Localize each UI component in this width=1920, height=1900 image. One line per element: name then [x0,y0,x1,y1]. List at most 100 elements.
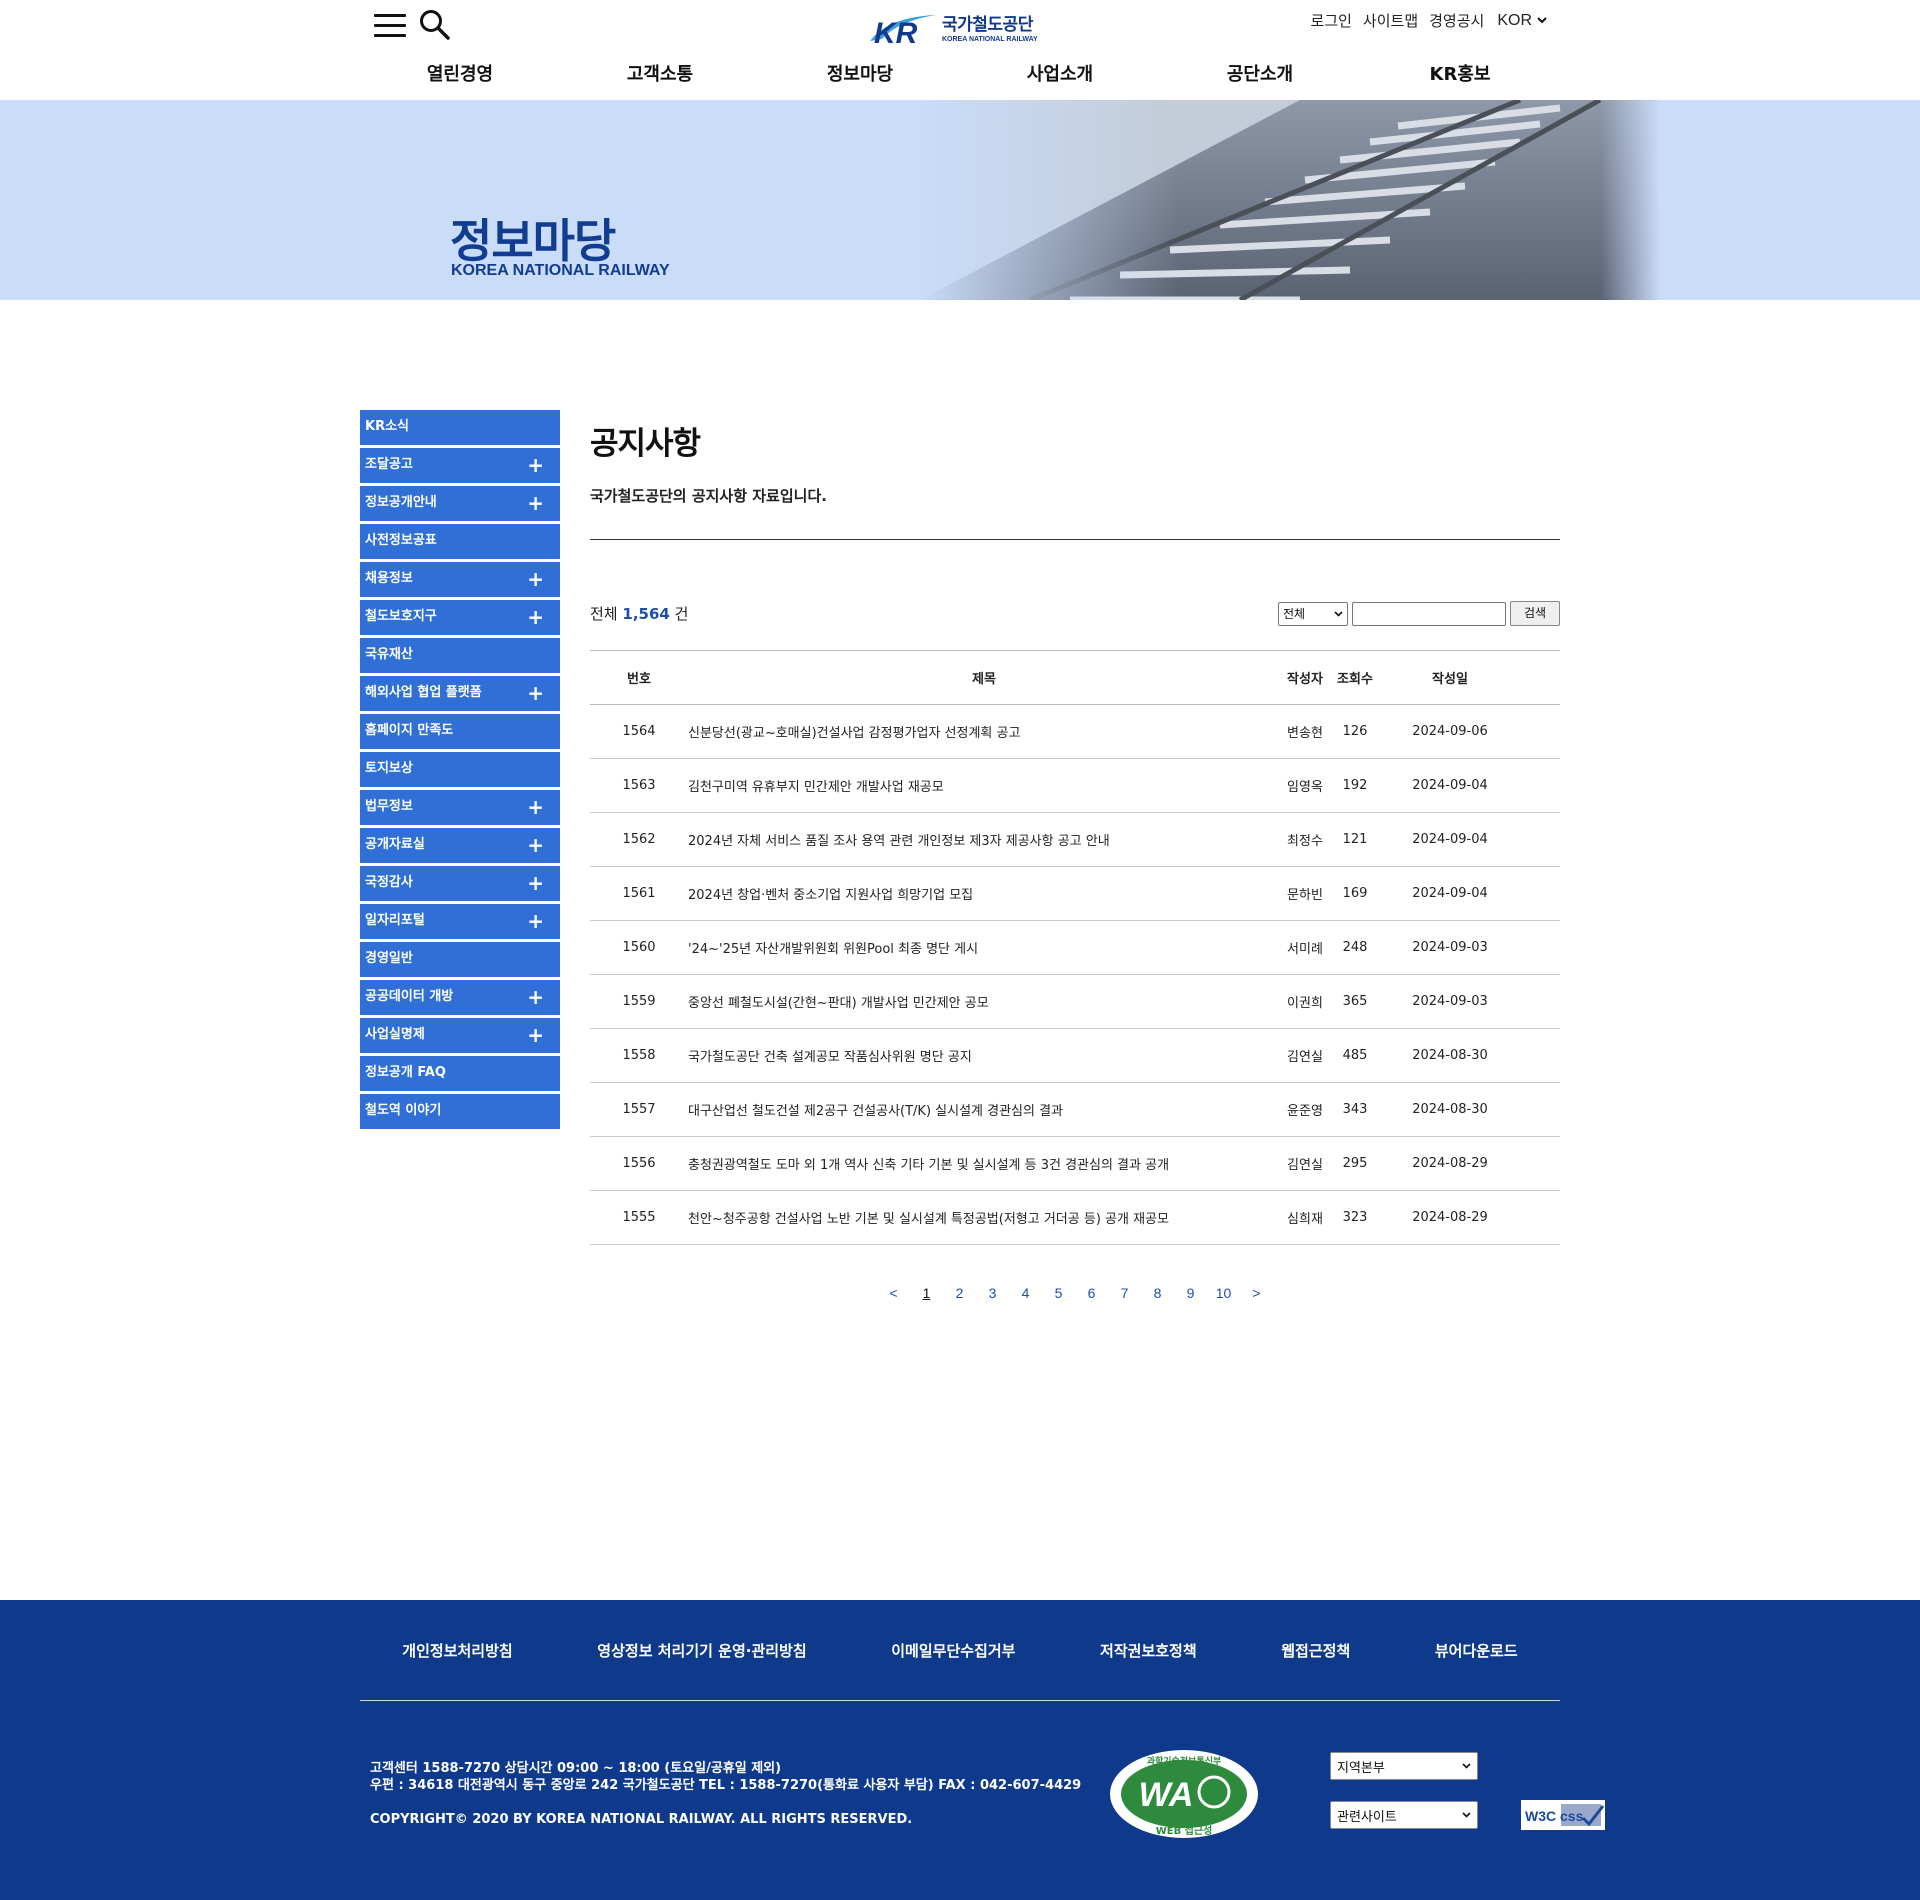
viewer-download-link[interactable]: 뷰어다운로드 [1435,1640,1518,1661]
sidebar-item[interactable]: 국정감사 + [360,866,560,901]
plus-icon[interactable]: + [527,600,544,635]
sidebar-item[interactable]: 사업실명제 + [360,1018,560,1053]
sidebar-item[interactable]: 조달공고 + [360,448,560,483]
nav-about[interactable]: 공단소개 [1160,58,1360,92]
related-sites-label: 관련사이트 [1337,1809,1397,1825]
contact-line-2: 우편 : 34618 대전광역시 동구 중앙로 242 국가철도공단 TEL :… [370,1778,1082,1793]
next-page-button[interactable]: > [1248,1285,1265,1301]
nav-business[interactable]: 사업소개 [960,58,1160,92]
sidebar-item[interactable]: 경영일반 [360,942,560,977]
plus-icon[interactable]: + [527,676,544,711]
sidebar-item[interactable]: 홈페이지 만족도 [360,714,560,749]
table-row: 1559 중앙선 폐철도시설(간현~판대) 개발사업 민간제안 공모 이권희 365 2… [590,975,1560,1029]
cctv-policy-link[interactable]: 영상정보 처리기기 운영·관리방침 [597,1640,806,1661]
sidebar-item[interactable]: 해외사업 협업 플랫폼 + [360,676,560,711]
related-sites-select[interactable]: 관련사이트 [1330,1801,1478,1829]
email-refusal-link[interactable]: 이메일무단수집거부 [891,1640,1015,1661]
plus-icon[interactable]: + [527,790,544,825]
sidebar-item[interactable]: 철도역 이야기 [360,1094,560,1129]
nav-open-management[interactable]: 열린경영 [360,58,560,92]
row-number: 1560 [622,940,656,955]
regional-office-select[interactable]: 지역본부 [1330,1752,1478,1780]
sidebar-item[interactable]: 토지보상 [360,752,560,787]
privacy-policy-link[interactable]: 개인정보처리방침 [402,1640,512,1661]
page-link[interactable]: 4 [1017,1285,1034,1301]
plus-icon[interactable]: + [527,980,544,1015]
nav-customer[interactable]: 고객소통 [560,58,760,92]
page-link[interactable]: 8 [1149,1285,1166,1301]
language-selector[interactable]: KOR [1497,12,1547,30]
row-title-link[interactable]: '24~'25년 자산개발위원회 위원Pool 최종 명단 게시 [688,938,1280,957]
footer-divider [360,1700,1560,1701]
sidebar-item[interactable]: 정보공개 FAQ [360,1056,560,1091]
page-link[interactable]: 3 [984,1285,1001,1301]
row-title-link[interactable]: 김천구미역 유휴부지 민간제안 개발사업 재공모 [688,776,1280,795]
plus-icon[interactable]: + [527,1018,544,1053]
row-title-link[interactable]: 대구산업선 철도건설 제2공구 건설공사(T/K) 실시설계 경관심의 결과 [688,1100,1280,1119]
table-row: 1556 충청권광역철도 도마 외 1개 역사 신축 기타 기본 및 실시설계 등… [590,1137,1560,1191]
row-date: 2024-09-04 [1412,832,1488,847]
plus-icon[interactable]: + [527,904,544,939]
copyright: COPYRIGHT© 2020 BY KOREA NATIONAL RAILWA… [370,1812,913,1827]
svg-text:과학기술정보통신부: 과학기술정보통신부 [1147,1755,1222,1767]
page-link[interactable]: 1 [918,1285,935,1301]
railway-track-image [920,100,1660,300]
sidebar-item[interactable]: 법무정보 + [360,790,560,825]
row-title-link[interactable]: 신분당선(광교~호매실)건설사업 감정평가업자 선정계획 공고 [688,722,1280,741]
nav-pr[interactable]: KR홍보 [1360,58,1560,92]
page-link[interactable]: 10 [1215,1285,1232,1301]
plus-icon[interactable]: + [527,486,544,521]
sidebar-item[interactable]: 정보공개안내 + [360,486,560,521]
row-title-link[interactable]: 2024년 창업·벤처 중소기업 지원사업 희망기업 모집 [688,884,1280,903]
accessibility-policy-link[interactable]: 웹접근정책 [1281,1640,1350,1661]
row-title-link[interactable]: 천안~청주공항 건설사업 노반 기본 및 실시설계 특정공법(저형고 거더공 등… [688,1208,1280,1227]
sidebar-item[interactable]: 일자리포털 + [360,904,560,939]
search-button[interactable]: 검색 [1510,601,1560,626]
page-title: 공지사항 [590,426,701,462]
sidebar-item[interactable]: KR소식 [360,410,560,445]
copyright-policy-link[interactable]: 저작권보호정책 [1100,1640,1197,1661]
row-title-link[interactable]: 2024년 자체 서비스 품질 조사 용역 관련 개인정보 제3자 제공사항 공… [688,830,1280,849]
svg-text:WEB 접근성: WEB 접근성 [1156,1824,1213,1837]
sidebar-item-label: 정보공개 FAQ [365,1065,446,1080]
plus-icon[interactable]: + [527,866,544,901]
search-field-select[interactable]: 전체 [1278,601,1348,626]
page-link[interactable]: 5 [1050,1285,1067,1301]
row-title-link[interactable]: 중앙선 폐철도시설(간현~판대) 개발사업 민간제안 공모 [688,992,1280,1011]
sidebar-item[interactable]: 채용정보 + [360,562,560,597]
hamburger-menu-icon[interactable] [374,14,406,38]
utility-links: 로그인 사이트맵 경영공시 KOR [1300,10,1547,31]
page-link[interactable]: 6 [1083,1285,1100,1301]
site-logo[interactable]: KR 국가철도공단 KOREA NATIONAL RAILWAY [868,8,1054,50]
row-date: 2024-08-29 [1412,1210,1488,1225]
nav-information[interactable]: 정보마당 [760,58,960,92]
row-title-link[interactable]: 충청권광역철도 도마 외 1개 역사 신축 기타 기본 및 실시설계 등 3건 … [688,1154,1280,1173]
login-link[interactable]: 로그인 [1311,10,1352,31]
sidebar-item[interactable]: 국유재산 [360,638,560,673]
sidebar-item[interactable]: 사전정보공표 [360,524,560,559]
sidebar-item[interactable]: 철도보호지구 + [360,600,560,635]
row-number: 1563 [622,778,656,793]
sidebar-item-label: 공개자료실 [365,837,425,852]
row-writer: 임영옥 [1287,780,1323,795]
plus-icon[interactable]: + [527,828,544,863]
page-link[interactable]: 2 [951,1285,968,1301]
row-title-link[interactable]: 국가철도공단 건축 설계공모 작품심사위원 명단 공지 [688,1046,1280,1065]
page-link[interactable]: 9 [1182,1285,1199,1301]
logo-text: 국가철도공단 [942,14,1033,35]
prev-page-button[interactable]: < [885,1285,902,1301]
plus-icon[interactable]: + [527,448,544,483]
plus-icon[interactable]: + [527,562,544,597]
search-icon[interactable] [418,8,452,42]
sidebar-item-label: 사전정보공표 [365,533,437,548]
page-link[interactable]: 7 [1116,1285,1133,1301]
sitemap-link[interactable]: 사이트맵 [1363,10,1418,31]
sidebar-item[interactable]: 공개자료실 + [360,828,560,863]
row-date: 2024-09-04 [1412,778,1488,793]
row-views: 485 [1342,1048,1368,1063]
count-prefix: 전체 [590,605,618,623]
search-input[interactable] [1352,601,1506,626]
chevron-down-icon [1462,1812,1471,1818]
sidebar-item[interactable]: 공공데이터 개방 + [360,980,560,1015]
management-disclosure-link[interactable]: 경영공시 [1429,10,1484,31]
